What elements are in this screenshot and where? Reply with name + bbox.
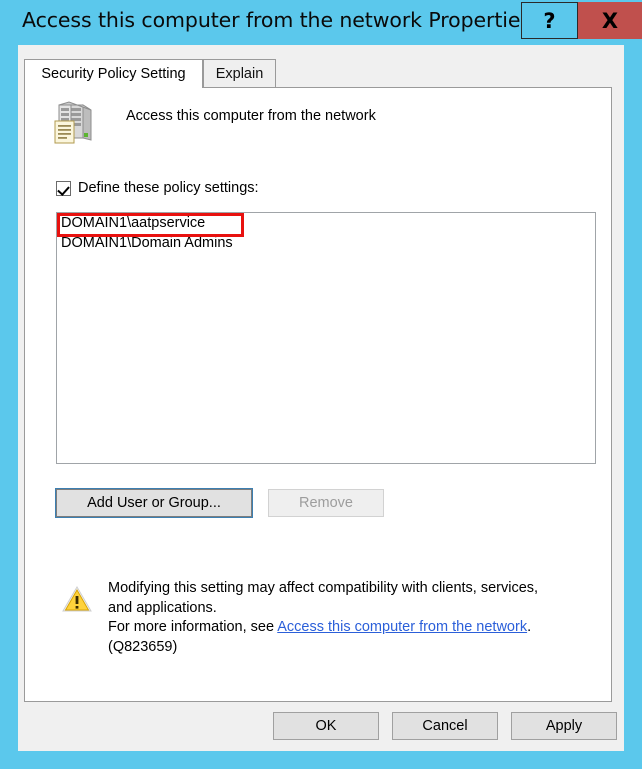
properties-window: Access this computer from the network Pr… [0, 0, 642, 769]
ok-button[interactable]: OK [273, 712, 379, 740]
warning-text: Modifying this setting may affect compat… [108, 579, 608, 657]
tab-security-policy-setting[interactable]: Security Policy Setting [24, 59, 203, 88]
warning-line-1: Modifying this setting may affect compat… [108, 580, 539, 596]
more-information-link[interactable]: Access this computer from the network [277, 619, 527, 635]
list-item[interactable]: DOMAIN1\aatpservice [57, 213, 595, 233]
warning-line-2: and applications. [108, 599, 217, 616]
principals-listbox[interactable]: DOMAIN1\aatpservice DOMAIN1\Domain Admin… [56, 212, 596, 464]
title-bar: Access this computer from the network Pr… [0, 0, 642, 45]
define-policy-settings-label: Define these policy settings: [78, 180, 259, 196]
warning-kb-number: (Q823659) [108, 638, 178, 655]
add-user-or-group-button[interactable]: Add User or Group... [55, 488, 253, 518]
dialog-body: Security Policy Setting Explain Access t… [18, 45, 624, 751]
help-button[interactable]: ? [521, 2, 578, 39]
window-title: Access this computer from the network Pr… [22, 8, 531, 32]
apply-button[interactable]: Apply [511, 712, 617, 740]
define-policy-settings-checkbox[interactable]: Define these policy settings: [56, 178, 259, 198]
warning-line-3-suffix: . [527, 619, 532, 635]
policy-name-label: Access this computer from the network [126, 108, 376, 124]
cancel-button[interactable]: Cancel [392, 712, 498, 740]
warning-triangle-icon [62, 586, 92, 612]
checkbox-box[interactable] [56, 180, 71, 196]
server-policy-icon [54, 101, 92, 144]
warning-line-3-prefix: For more information, see [108, 619, 278, 635]
remove-button: Remove [268, 489, 384, 517]
list-item[interactable]: DOMAIN1\Domain Admins [57, 233, 595, 253]
tab-explain[interactable]: Explain [203, 59, 276, 87]
close-button[interactable]: X [578, 2, 642, 39]
